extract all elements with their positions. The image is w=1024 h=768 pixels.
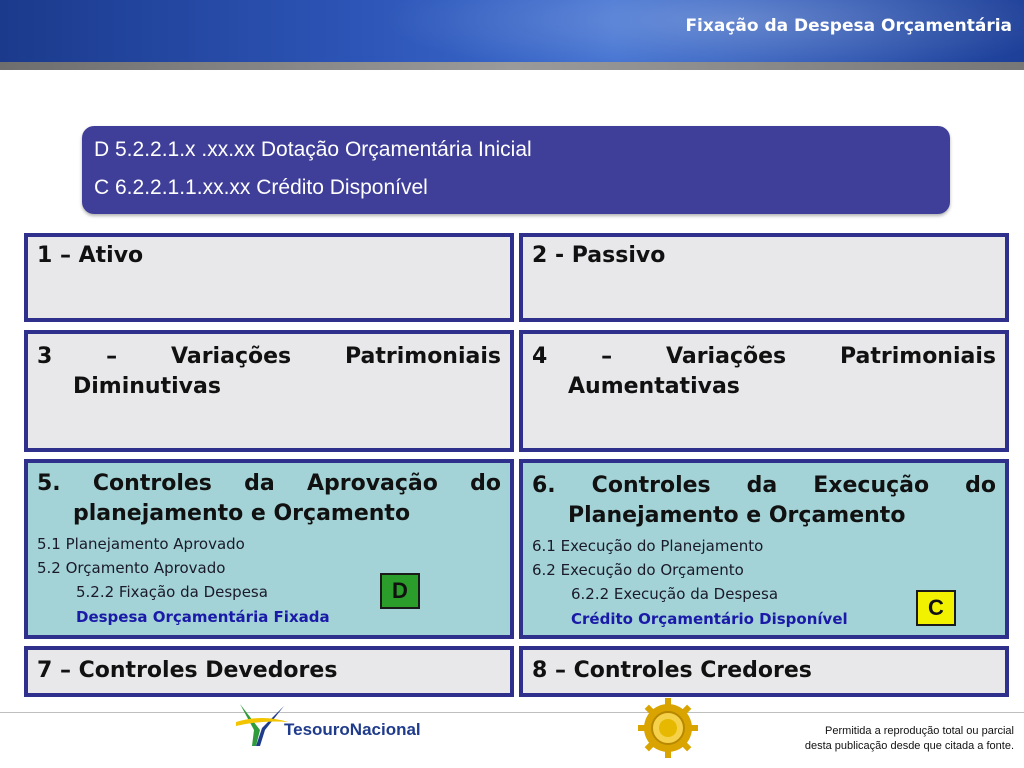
tesouro-nacional-emblem-icon bbox=[236, 704, 288, 746]
slide-header: Fixação da Despesa Orçamentária bbox=[0, 0, 1024, 62]
class-4-title-cont: Aumentativas bbox=[568, 374, 740, 399]
debit-badge: D bbox=[380, 573, 420, 609]
footer-divider bbox=[0, 712, 1024, 713]
class-4-title: 4 – Variações Patrimoniais bbox=[532, 344, 996, 369]
tesouro-nacional-wordmark: TesouroNacional bbox=[284, 720, 421, 739]
slide-title: Fixação da Despesa Orçamentária bbox=[685, 16, 1012, 36]
class-5-box: 5. Controles da Aprovação do planejament… bbox=[24, 459, 514, 639]
class-7-title: 7 – Controles Devedores bbox=[37, 658, 338, 683]
class-5-item: 5.2.2 Fixação da Despesa bbox=[76, 583, 268, 601]
class-1-title: 1 – Ativo bbox=[37, 243, 144, 268]
copyright-note: Permitida a reprodução total ou parcial … bbox=[805, 724, 1014, 754]
cfc-gear-seal-icon bbox=[638, 698, 698, 758]
class-6-item: 6.1 Execução do Planejamento bbox=[532, 537, 764, 555]
class-1-box: 1 – Ativo bbox=[24, 233, 514, 322]
credit-badge: C bbox=[916, 590, 956, 626]
copyright-note-line: Permitida a reprodução total ou parcial bbox=[825, 725, 1014, 737]
class-6-title-cont: Planejamento e Orçamento bbox=[568, 503, 906, 528]
header-stripe bbox=[0, 62, 1024, 70]
class-5-item: 5.1 Planejamento Aprovado bbox=[37, 535, 245, 553]
class-6-highlight: Crédito Orçamentário Disponível bbox=[571, 610, 848, 628]
copyright-note-line: desta publicação desde que citada a font… bbox=[804, 740, 1014, 752]
class-8-box: 8 – Controles Credores bbox=[519, 646, 1009, 697]
class-6-item: 6.2.2 Execução da Despesa bbox=[571, 585, 779, 603]
class-3-title: 3 – Variações Patrimoniais bbox=[37, 344, 501, 369]
class-4-box: 4 – Variações Patrimoniais Aumentativas bbox=[519, 330, 1009, 452]
class-5-title-cont: planejamento e Orçamento bbox=[73, 501, 411, 526]
class-8-title: 8 – Controles Credores bbox=[532, 658, 812, 683]
class-5-item: 5.2 Orçamento Aprovado bbox=[37, 559, 226, 577]
accounting-entry-box: D 5.2.2.1.x .xx.xx Dotação Orçamentária … bbox=[82, 126, 950, 214]
class-6-item: 6.2 Execução do Orçamento bbox=[532, 561, 744, 579]
class-7-box: 7 – Controles Devedores bbox=[24, 646, 514, 697]
class-2-title: 2 - Passivo bbox=[532, 243, 666, 268]
cfc-seal-logo bbox=[636, 696, 700, 760]
tesouro-nacional-logo: TesouroNacional bbox=[232, 700, 442, 750]
credit-entry: C 6.2.2.1.1.xx.xx Crédito Disponível bbox=[94, 176, 428, 199]
class-3-box: 3 – Variações Patrimoniais Diminutivas bbox=[24, 330, 514, 452]
debit-entry: D 5.2.2.1.x .xx.xx Dotação Orçamentária … bbox=[94, 138, 532, 161]
class-5-highlight: Despesa Orçamentária Fixada bbox=[76, 608, 330, 626]
class-3-title-cont: Diminutivas bbox=[73, 374, 221, 399]
class-6-title: 6. Controles da Execução do bbox=[532, 473, 996, 498]
class-6-box: 6. Controles da Execução do Planejamento… bbox=[519, 459, 1009, 639]
class-2-box: 2 - Passivo bbox=[519, 233, 1009, 322]
class-5-title: 5. Controles da Aprovação do bbox=[37, 471, 501, 496]
